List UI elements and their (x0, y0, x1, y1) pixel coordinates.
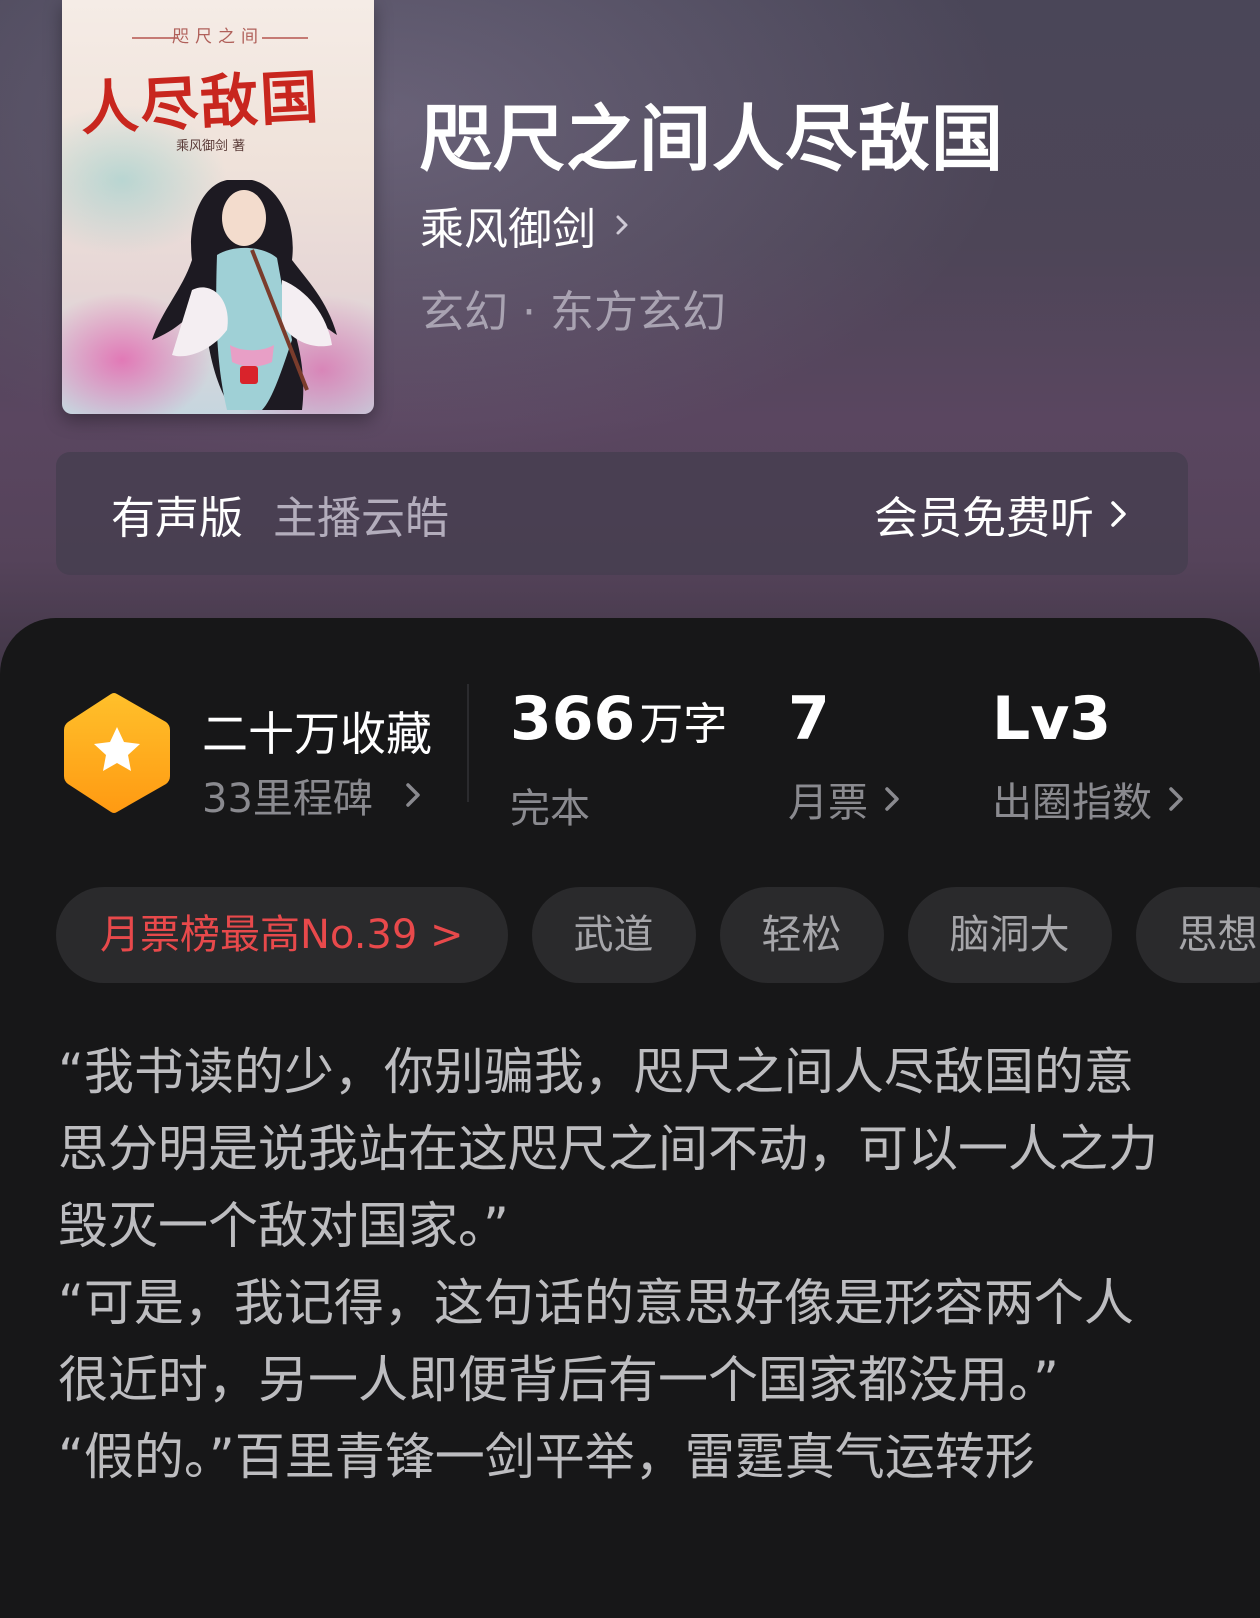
tag-chip[interactable]: 脑洞大 (907, 887, 1112, 983)
excerpt-paragraph: “假的。”百里青锋一剑平举，雷霆真气运转形 (58, 1428, 1035, 1486)
chevron-right-icon (1111, 500, 1126, 527)
monthly-ticket-value: 7 (788, 684, 830, 754)
member-free-listen-label: 会员免费听 (874, 492, 1094, 544)
tag-list: 月票榜最高No.39 > 武道 轻松 脑洞大 思想 (56, 887, 1260, 983)
tag-chip[interactable]: 轻松 (719, 887, 884, 983)
monthly-ticket-stat[interactable]: 7 月票 (788, 686, 902, 828)
chevron-right-icon (616, 215, 628, 235)
audio-edition-label: 有声版 (111, 492, 243, 544)
publisher-logo-icon (240, 366, 258, 384)
tag-rank-chip[interactable]: 月票榜最高No.39 > (56, 887, 508, 983)
chevron-right-icon (1169, 787, 1183, 811)
word-count-unit: 万字 (639, 699, 728, 750)
book-excerpt[interactable]: “我书读的少，你别骗我，咫尺之间人尽敌国的意思分明是说我站在这咫尺之间不动，可以… (58, 1034, 1168, 1496)
chevron-right-icon (406, 783, 420, 807)
cover-title: 人尽敌国 (78, 62, 322, 144)
completion-status: 完本 (510, 786, 590, 832)
member-free-listen-button[interactable]: 会员免费听 (874, 482, 1130, 546)
excerpt-paragraph: “我书读的少，你别骗我，咫尺之间人尽敌国的意思分明是说我站在这咫尺之间不动，可以… (58, 1043, 1158, 1255)
book-cover[interactable]: 咫尺之间 人尽敌国 乘风御剑 著 (62, 0, 374, 414)
milestones-label: 33里程碑 (202, 776, 373, 822)
favorites-count: 二十万收藏 (202, 707, 432, 761)
tag-chip[interactable]: 思想 (1135, 887, 1260, 983)
stats-divider (467, 684, 469, 802)
book-header: 咫尺之间 人尽敌国 乘风御剑 著 咫尺之间人尽敌国 乘风御剑 玄幻 · 东方玄幻… (0, 0, 1260, 700)
audio-anchor-name: 主播云皓 (273, 492, 449, 544)
book-title: 咫尺之间人尽敌国 (420, 96, 1005, 181)
audio-edition-bar[interactable]: 有声版 主播云皓 会员免费听 (56, 452, 1188, 575)
author-name: 乘风御剑 (420, 204, 596, 255)
author-link[interactable]: 乘风御剑 (420, 193, 634, 257)
collection-badge-icon (64, 693, 170, 813)
popularity-level-value: Lv3 (992, 684, 1112, 754)
stats-row: 二十万收藏 33里程碑 366万字 完本 7 月票 Lv3 出圈指数 (0, 672, 1260, 832)
popularity-index-stat[interactable]: Lv3 出圈指数 (992, 686, 1186, 828)
cover-small-title: 咫尺之间 (172, 27, 264, 47)
word-count-value: 366 (510, 684, 636, 754)
monthly-ticket-label: 月票 (788, 780, 868, 826)
tag-chip[interactable]: 武道 (531, 887, 696, 983)
popularity-index-label: 出圈指数 (992, 780, 1152, 826)
excerpt-paragraph: “可是，我记得，这句话的意思好像是形容两个人很近时，另一人即便背后有一个国家都没… (58, 1274, 1134, 1409)
cover-rule-right (262, 37, 308, 39)
word-count-stat: 366万字 完本 (510, 686, 727, 834)
book-category[interactable]: 玄幻 · 东方玄幻 (420, 276, 726, 340)
milestones-link[interactable]: 33里程碑 (202, 766, 423, 824)
chevron-right-icon (885, 787, 899, 811)
